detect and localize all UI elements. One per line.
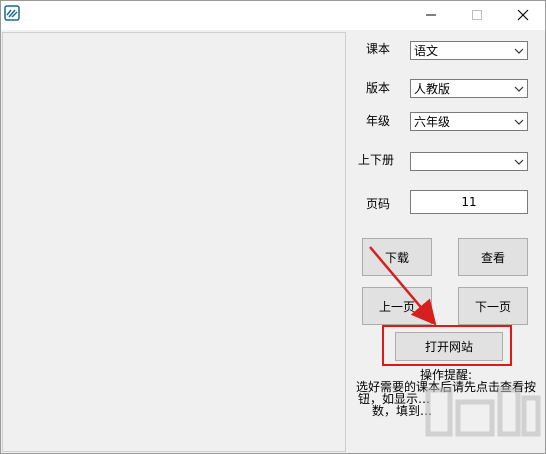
grade-value: 六年级 (414, 115, 451, 129)
title-bar (0, 0, 546, 30)
minimize-button[interactable] (408, 0, 454, 30)
maximize-button[interactable] (454, 0, 500, 30)
edition-label: 版本 (366, 81, 391, 95)
chevron-down-icon (514, 48, 524, 54)
close-icon (517, 9, 529, 21)
subject-select[interactable]: 语文 (410, 41, 528, 60)
close-button[interactable] (500, 0, 546, 30)
preview-panel (2, 32, 346, 452)
chevron-down-icon (514, 159, 524, 165)
volume-label: 上下册 (358, 153, 395, 167)
grade-select[interactable]: 六年级 (410, 112, 528, 131)
edition-value: 人教版 (414, 82, 451, 96)
maximize-icon (472, 10, 482, 20)
subject-label: 课本 (366, 42, 391, 56)
next-page-button[interactable]: 下一页 (458, 287, 528, 325)
edition-select[interactable]: 人教版 (410, 79, 528, 98)
view-button[interactable]: 查看 (458, 238, 528, 276)
volume-select[interactable] (410, 152, 528, 171)
subject-value: 语文 (414, 44, 439, 58)
watermark-logo (425, 387, 541, 437)
open-website-button[interactable]: 打开网站 (395, 332, 503, 361)
minimize-icon (426, 14, 436, 16)
chevron-down-icon (514, 119, 524, 125)
page-label: 页码 (366, 197, 391, 211)
page-input[interactable]: 11 (410, 190, 528, 214)
download-button[interactable]: 下载 (362, 238, 432, 276)
chevron-down-icon (514, 86, 524, 92)
book-icon (4, 5, 20, 21)
prev-page-button[interactable]: 上一页 (362, 287, 432, 325)
grade-label: 年级 (366, 114, 391, 128)
